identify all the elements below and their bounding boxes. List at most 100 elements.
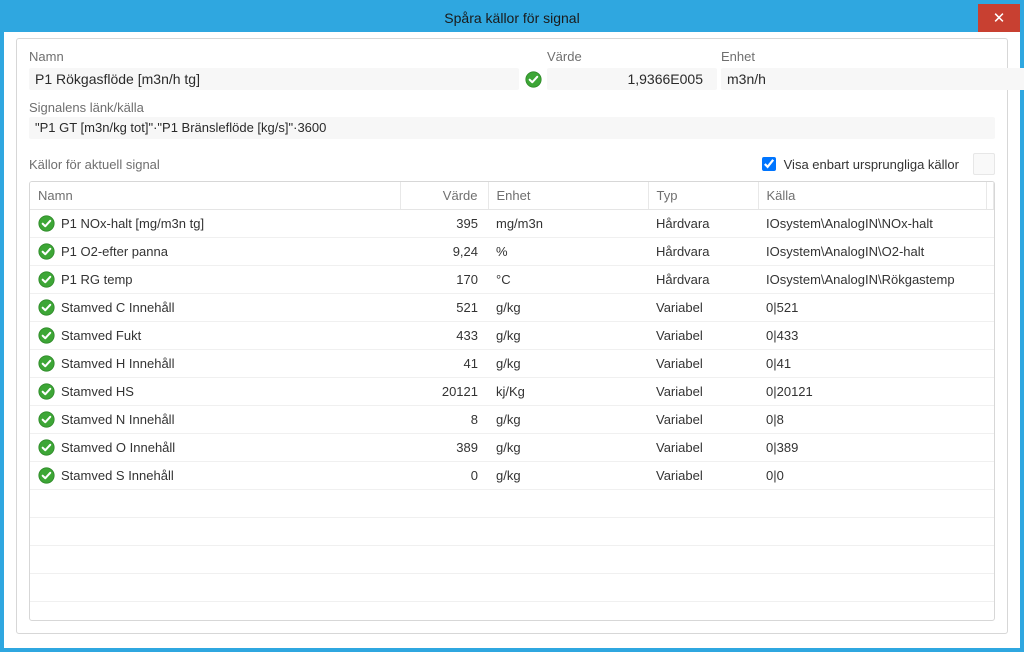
sources-title: Källor för aktuell signal (29, 157, 758, 172)
col-header-name[interactable]: Namn (30, 182, 400, 210)
row-name: Stamved Fukt (61, 328, 141, 343)
cell-pad (986, 294, 994, 322)
cell-source: IOsystem\AnalogIN\O2-halt (758, 238, 986, 266)
sources-table-wrap: Namn Värde Enhet Typ Källa P1 NOx-halt [… (29, 181, 995, 621)
close-button[interactable]: ✕ (978, 4, 1020, 32)
cell-pad (986, 406, 994, 434)
table-row[interactable]: Stamved S Innehåll0g/kgVariabel0|0 (30, 462, 994, 490)
cell-name: P1 NOx-halt [mg/m3n tg] (30, 210, 400, 238)
signal-status (523, 71, 543, 88)
signal-unit-field: m3n/h (721, 68, 1024, 90)
table-row[interactable]: Stamved O Innehåll 389g/kgVariabel0|389 (30, 434, 994, 462)
cell-source: 0|0 (758, 462, 986, 490)
cell-value: 8 (400, 406, 488, 434)
cell-type: Hårdvara (648, 210, 758, 238)
row-name: P1 O2-efter panna (61, 244, 168, 259)
cell-value: 521 (400, 294, 488, 322)
link-section: Signalens länk/källa "P1 GT [m3n/kg tot]… (29, 100, 995, 139)
cell-source: 0|8 (758, 406, 986, 434)
table-row[interactable]: Stamved H Innehåll41g/kgVariabel0|41 (30, 350, 994, 378)
cell-pad (986, 434, 994, 462)
cell-unit: g/kg (488, 406, 648, 434)
cell-pad (986, 378, 994, 406)
cell-type: Variabel (648, 322, 758, 350)
unknown-toolbar-button[interactable] (973, 153, 995, 175)
close-icon: ✕ (993, 9, 1006, 27)
col-header-pad (986, 182, 994, 210)
check-icon (38, 299, 55, 316)
table-row[interactable]: P1 NOx-halt [mg/m3n tg]395mg/m3nHårdvara… (30, 210, 994, 238)
cell-unit: °C (488, 266, 648, 294)
cell-type: Variabel (648, 350, 758, 378)
table-row[interactable]: Stamved C Innehåll521g/kgVariabel0|521 (30, 294, 994, 322)
label-unit: Enhet (721, 49, 1024, 66)
table-row-empty (30, 518, 994, 546)
signal-value-field: 1,9366E005 (547, 68, 717, 90)
cell-name: Stamved N Innehåll (30, 406, 400, 434)
cell-pad (986, 238, 994, 266)
table-row[interactable]: Stamved Fukt 433g/kgVariabel0|433 (30, 322, 994, 350)
table-row[interactable]: Stamved N Innehåll 8g/kgVariabel0|8 (30, 406, 994, 434)
check-icon (38, 411, 55, 428)
cell-type: Variabel (648, 378, 758, 406)
cell-value: 20121 (400, 378, 488, 406)
check-icon (38, 215, 55, 232)
cell-pad (986, 266, 994, 294)
cell-type: Hårdvara (648, 266, 758, 294)
cell-source: 0|20121 (758, 378, 986, 406)
cell-type: Variabel (648, 462, 758, 490)
cell-unit: g/kg (488, 462, 648, 490)
cell-value: 389 (400, 434, 488, 462)
cell-type: Variabel (648, 434, 758, 462)
table-row[interactable]: Stamved HS20121kj/KgVariabel0|20121 (30, 378, 994, 406)
cell-pad (986, 322, 994, 350)
cell-name: Stamved C Innehåll (30, 294, 400, 322)
check-icon (38, 327, 55, 344)
main-panel: Namn Värde Enhet P1 Rökgasflöde [m3n/h t… (16, 38, 1008, 634)
col-header-value[interactable]: Värde (400, 182, 488, 210)
cell-source: IOsystem\AnalogIN\NOx-halt (758, 210, 986, 238)
col-header-source[interactable]: Källa (758, 182, 986, 210)
table-row-empty (30, 490, 994, 518)
cell-unit: g/kg (488, 434, 648, 462)
cell-unit: g/kg (488, 322, 648, 350)
cell-source: 0|389 (758, 434, 986, 462)
sources-header: Källor för aktuell signal Visa enbart ur… (29, 153, 995, 175)
cell-value: 9,24 (400, 238, 488, 266)
cell-name: Stamved HS (30, 378, 400, 406)
table-row-empty (30, 574, 994, 602)
table-row[interactable]: P1 RG temp170°CHårdvaraIOsystem\AnalogIN… (30, 266, 994, 294)
row-name: Stamved C Innehåll (61, 300, 174, 315)
cell-value: 433 (400, 322, 488, 350)
cell-pad (986, 210, 994, 238)
filter-original-sources[interactable]: Visa enbart ursprungliga källor (758, 154, 959, 174)
cell-value: 41 (400, 350, 488, 378)
cell-source: 0|433 (758, 322, 986, 350)
check-icon (525, 71, 542, 88)
signal-header: Namn Värde Enhet P1 Rökgasflöde [m3n/h t… (29, 49, 995, 90)
cell-unit: kj/Kg (488, 378, 648, 406)
row-name: Stamved O Innehåll (61, 440, 175, 455)
col-header-unit[interactable]: Enhet (488, 182, 648, 210)
cell-name: P1 O2-efter panna (30, 238, 400, 266)
signal-name-field: P1 Rökgasflöde [m3n/h tg] (29, 68, 519, 90)
titlebar: Spåra källor för signal ✕ (4, 4, 1020, 32)
cell-source: IOsystem\AnalogIN\Rökgastemp (758, 266, 986, 294)
sources-table: Namn Värde Enhet Typ Källa P1 NOx-halt [… (30, 182, 994, 602)
cell-source: 0|41 (758, 350, 986, 378)
check-icon (38, 355, 55, 372)
row-name: Stamved N Innehåll (61, 412, 174, 427)
check-icon (38, 243, 55, 260)
cell-unit: g/kg (488, 350, 648, 378)
filter-checkbox[interactable] (762, 157, 776, 171)
table-row[interactable]: P1 O2-efter panna9,24%HårdvaraIOsystem\A… (30, 238, 994, 266)
filter-label: Visa enbart ursprungliga källor (784, 157, 959, 172)
col-header-type[interactable]: Typ (648, 182, 758, 210)
dialog-window: Spåra källor för signal ✕ Namn Värde Enh… (0, 0, 1024, 652)
cell-type: Variabel (648, 406, 758, 434)
cell-value: 0 (400, 462, 488, 490)
cell-pad (986, 350, 994, 378)
cell-unit: mg/m3n (488, 210, 648, 238)
label-link: Signalens länk/källa (29, 100, 995, 117)
check-icon (38, 383, 55, 400)
